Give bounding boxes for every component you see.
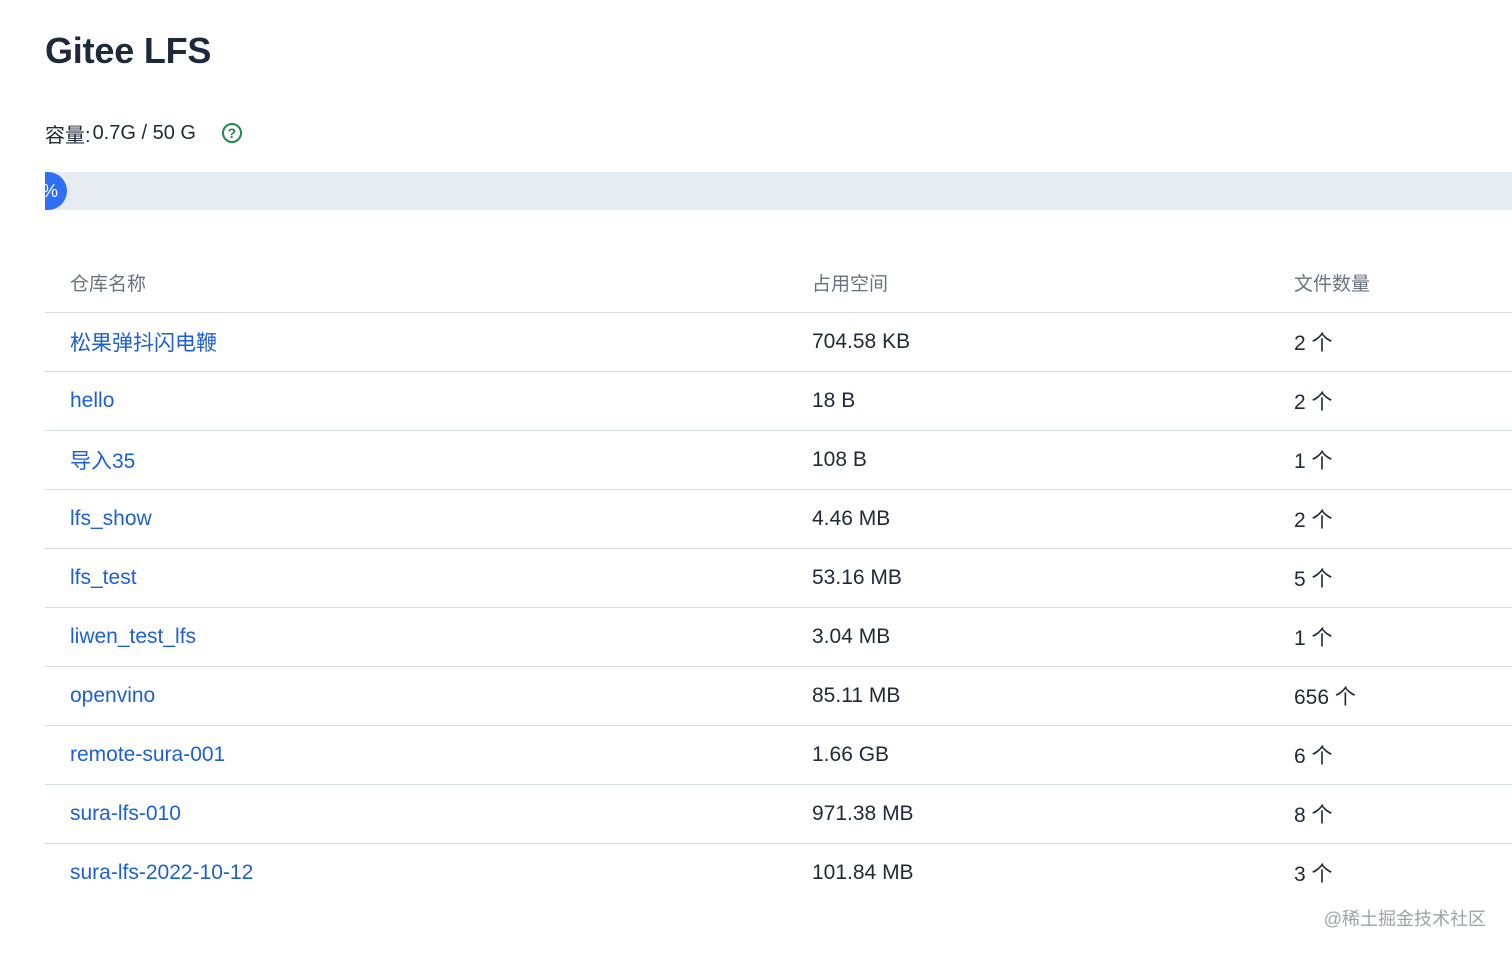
repo-size-cell: 53.16 MB	[812, 548, 1294, 608]
repo-name-cell: lfs_show	[45, 489, 812, 549]
repo-link[interactable]: 导入35	[70, 450, 135, 473]
capacity-row: 容量: 0.7G / 50 G ?	[45, 119, 242, 147]
repo-name-cell: sura-lfs-2022-10-12	[45, 844, 812, 903]
repo-size-cell: 4.46 MB	[812, 489, 1294, 549]
repo-link[interactable]: remote-sura-001	[70, 743, 225, 766]
repo-file-count-cell: 1 个	[1294, 607, 1512, 667]
capacity-label: 容量:	[45, 124, 91, 147]
table-row: hello 18 B2 个	[45, 371, 1512, 431]
repo-name-cell: remote-sura-001	[45, 725, 812, 785]
repo-link[interactable]: lfs_show	[70, 507, 152, 530]
repo-name-cell: lfs_test	[45, 548, 812, 608]
page-title: Gitee LFS	[45, 30, 212, 71]
repo-link[interactable]: hello	[70, 389, 114, 412]
repo-name-cell: hello	[45, 371, 812, 431]
header-used-space: 占用空间	[812, 252, 1294, 313]
repo-size-cell: 85.11 MB	[812, 666, 1294, 726]
table-row: lfs_show 4.46 MB 2 个	[45, 489, 1512, 549]
repo-file-count-cell: 2 个	[1294, 312, 1512, 372]
table-header-row: 仓库名称 占用空间 文件数量	[45, 252, 1512, 313]
repo-table: 仓库名称 占用空间 文件数量 松果弹抖闪电鞭 704.58 KB 2 个 hello 1…	[45, 252, 1512, 902]
capacity-value: 0.7G / 50 G	[92, 121, 196, 144]
repo-link[interactable]: openvino	[70, 684, 155, 707]
capacity-progress-bar: %	[45, 172, 1512, 210]
progress-percent-text: %	[45, 172, 58, 210]
repo-size-cell: 3.04 MB	[812, 607, 1294, 667]
repo-file-count-cell: 1 个	[1294, 430, 1512, 490]
repo-name-cell: 导入35	[45, 430, 812, 490]
repo-file-count-cell: 656 个	[1294, 666, 1512, 726]
repo-size-cell: 971.38 MB	[812, 784, 1294, 844]
table-row: sura-lfs-2022-10-12 101.84 MB 3 个	[45, 844, 1512, 903]
repo-file-count-cell: 3 个	[1294, 863, 1333, 886]
watermark: @稀土掘金技术社区	[1323, 909, 1486, 929]
header-repo-name: 仓库名称	[45, 252, 812, 313]
repo-link[interactable]: lfs_test	[70, 566, 137, 589]
table-row: sura-lfs-010 971.38 MB 8 个	[45, 784, 1512, 844]
repo-size-cell: 108 B	[812, 430, 1294, 490]
repo-link[interactable]: sura-lfs-010	[70, 802, 181, 825]
repo-file-count-cell: 5 个	[1294, 548, 1512, 608]
repo-name-cell: liwen_test_lfs	[45, 607, 812, 667]
repo-file-count-cell: 8 个	[1294, 784, 1512, 844]
question-circle-icon[interactable]: ?	[221, 123, 242, 143]
repo-link[interactable]: sura-lfs-2022-10-12	[70, 861, 253, 884]
repo-link[interactable]: liwen_test_lfs	[70, 625, 196, 648]
repo-size-cell: 1.66 GB	[812, 725, 1294, 785]
repo-name-cell: sura-lfs-010	[45, 784, 812, 844]
repo-link[interactable]: 松果弹抖闪电鞭	[70, 332, 217, 355]
repo-file-count-cell: 2 个	[1294, 371, 1512, 431]
repo-size-cell: 18 B	[812, 371, 1294, 431]
repo-file-count-cell: 6 个	[1294, 725, 1512, 785]
table-row: lfs_test 53.16 MB 5 个	[45, 548, 1512, 608]
repo-size-cell: 101.84 MB	[812, 861, 914, 884]
repo-size-cell: 704.58 KB	[812, 312, 1294, 372]
table-row: remote-sura-001 1.66 GB 6 个	[45, 725, 1512, 785]
header-file-count: 文件数量	[1294, 252, 1512, 313]
table-row: 导入35 108 B1 个	[45, 430, 1512, 490]
table-row: openvino 85.11 MB 656 个	[45, 666, 1512, 726]
repo-name-cell: openvino	[45, 666, 812, 726]
capacity-progress-fill: %	[45, 172, 67, 210]
table-row: liwen_test_lfs 3.04 MB 1 个	[45, 607, 1512, 667]
repo-file-count-cell: 2 个	[1294, 489, 1512, 549]
table-row: 松果弹抖闪电鞭 704.58 KB 2 个	[45, 312, 1512, 372]
repo-name-cell: 松果弹抖闪电鞭	[45, 312, 812, 372]
